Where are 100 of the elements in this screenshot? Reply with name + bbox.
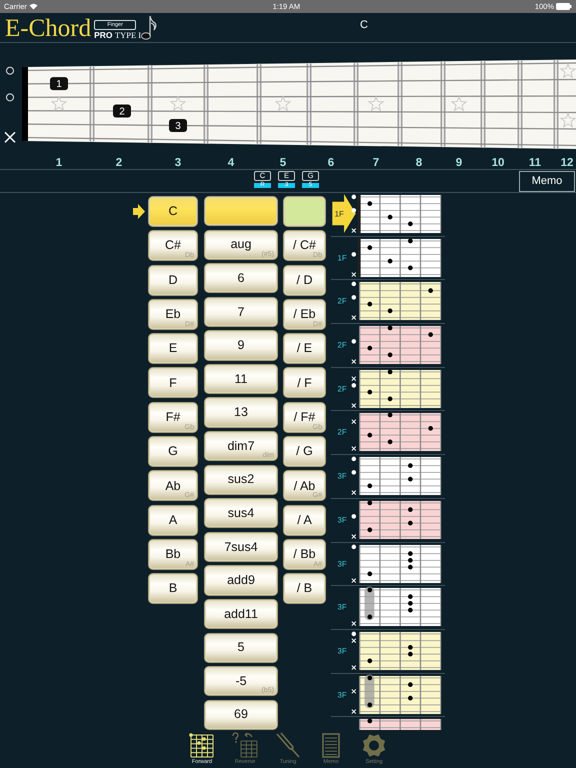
mute-icon bbox=[351, 446, 356, 452]
chord-diagram-drawing[interactable] bbox=[359, 544, 442, 584]
chord-diagram-drawing[interactable] bbox=[358, 238, 442, 278]
mute-icon bbox=[4, 132, 16, 144]
fret-number: 4 bbox=[228, 157, 234, 169]
chord-type-button[interactable]: add11 bbox=[204, 598, 278, 630]
chord-diagram-drawing[interactable] bbox=[359, 586, 442, 627]
star-inlay-icon bbox=[450, 95, 468, 112]
chord-type-button[interactable]: 9 bbox=[204, 330, 278, 361]
fret-number: 2 bbox=[116, 157, 122, 169]
fret-position-label: 3F bbox=[338, 558, 347, 568]
memo-button[interactable]: Memo bbox=[519, 171, 575, 192]
mute-icon bbox=[351, 376, 356, 381]
root-note-button[interactable]: D bbox=[148, 264, 198, 296]
mute-icon bbox=[351, 228, 356, 234]
fret-position-label: 2F bbox=[338, 428, 347, 437]
bass-note-button[interactable]: / F bbox=[283, 367, 326, 398]
open-string-icon bbox=[352, 282, 356, 287]
wifi-icon bbox=[28, 3, 38, 10]
mute-icon bbox=[351, 272, 356, 277]
chord-diagram-drawing[interactable] bbox=[359, 369, 442, 408]
bass-note-button[interactable]: / A bbox=[283, 504, 326, 536]
fret-number: 10 bbox=[492, 157, 504, 169]
fret-position-label: 1F bbox=[334, 209, 344, 218]
open-string-icon bbox=[6, 66, 14, 75]
root-note-button[interactable]: G bbox=[148, 436, 198, 468]
bass-note-button[interactable]: / E bbox=[283, 333, 326, 364]
chord-diagram-drawing[interactable] bbox=[359, 718, 442, 730]
fret-position-label: 3F bbox=[338, 515, 347, 524]
selection-arrow-icon bbox=[133, 204, 145, 219]
mute-icon bbox=[351, 621, 356, 626]
open-string-icon bbox=[352, 382, 356, 388]
finger-marker: 3 bbox=[169, 118, 187, 132]
open-string-icon bbox=[352, 456, 356, 462]
chord-type-button[interactable]: sus2 bbox=[204, 464, 278, 495]
chord-diagram-drawing[interactable] bbox=[359, 456, 442, 496]
open-string-icon bbox=[352, 514, 356, 518]
chord-type-button[interactable]: 7 bbox=[204, 296, 278, 328]
root-note-button[interactable]: C bbox=[148, 196, 198, 227]
star-inlay-icon bbox=[560, 62, 576, 78]
chord-diagram-drawing[interactable] bbox=[359, 412, 442, 452]
star-inlay-icon bbox=[170, 95, 186, 112]
mute-icon bbox=[351, 638, 356, 643]
chord-type-button[interactable]: 5 bbox=[204, 632, 278, 663]
fret-position-label: 2F bbox=[338, 340, 347, 350]
battery-icon bbox=[556, 3, 572, 10]
fret-number: 5 bbox=[280, 157, 286, 169]
open-string-icon bbox=[352, 194, 356, 200]
root-note-button[interactable]: A bbox=[148, 504, 198, 536]
open-string-icon bbox=[352, 208, 356, 213]
finger-marker: 2 bbox=[113, 104, 131, 118]
mute-icon bbox=[351, 420, 356, 425]
fret-number: 8 bbox=[416, 157, 422, 169]
tuning-fork-icon bbox=[274, 732, 302, 759]
bass-note-button[interactable] bbox=[283, 196, 326, 227]
open-string-icon bbox=[352, 339, 356, 344]
bass-note-button[interactable]: / B bbox=[283, 573, 326, 604]
mute-icon bbox=[351, 490, 356, 496]
open-string-icon bbox=[352, 252, 356, 256]
chord-type-button[interactable]: 7sus4 bbox=[204, 532, 278, 562]
chord-diagram-drawing[interactable] bbox=[359, 282, 442, 321]
bass-note-button[interactable]: / G bbox=[283, 436, 326, 468]
fret-position-label: 2F bbox=[338, 296, 347, 306]
chord-diagram-drawing[interactable] bbox=[359, 500, 442, 540]
open-string-icon bbox=[352, 632, 356, 636]
chord-type-button[interactable]: 6 bbox=[204, 263, 278, 294]
root-note-button[interactable]: B bbox=[148, 573, 198, 604]
reverse-chart-icon bbox=[231, 732, 259, 759]
chord-type-button[interactable] bbox=[204, 196, 278, 226]
chord-diagram-drawing[interactable] bbox=[359, 326, 442, 365]
chord-type-button[interactable]: sus4 bbox=[204, 498, 278, 528]
open-string-icon bbox=[352, 470, 356, 475]
chord-name: C bbox=[360, 18, 368, 33]
fret-number: 3 bbox=[174, 157, 182, 169]
chord-type-button[interactable]: 69 bbox=[204, 700, 278, 730]
open-string-icon bbox=[352, 544, 356, 549]
app-logo: E-Chord bbox=[5, 16, 92, 42]
bass-note-button[interactable]: / D bbox=[283, 264, 326, 296]
star-inlay-icon bbox=[560, 112, 576, 128]
root-note-button[interactable]: F bbox=[148, 367, 198, 398]
fret-number: 1 bbox=[56, 157, 62, 169]
chord-diagram-drawing[interactable] bbox=[359, 674, 442, 714]
root-note-button[interactable]: E bbox=[148, 333, 198, 364]
music-note-icon bbox=[141, 14, 158, 41]
fret-position-label: 3F bbox=[338, 646, 347, 656]
star-inlay-icon bbox=[274, 95, 292, 112]
fret-position-label: 3F bbox=[338, 690, 347, 699]
mute-icon bbox=[351, 359, 356, 364]
fret-position-label: 3F bbox=[338, 472, 347, 481]
mute-icon bbox=[351, 665, 356, 670]
chord-type-button[interactable]: add9 bbox=[204, 565, 278, 596]
chord-diagram-drawing[interactable] bbox=[358, 194, 442, 234]
fret-position-label: 2F bbox=[338, 384, 347, 394]
chord-type-button[interactable]: 13 bbox=[204, 397, 278, 428]
star-inlay-icon bbox=[50, 95, 68, 112]
fret-number: 9 bbox=[456, 157, 462, 169]
open-string-icon bbox=[6, 93, 14, 102]
mute-icon bbox=[351, 534, 356, 539]
chord-type-button[interactable]: 11 bbox=[204, 364, 278, 394]
chord-diagram-drawing[interactable] bbox=[359, 631, 442, 670]
